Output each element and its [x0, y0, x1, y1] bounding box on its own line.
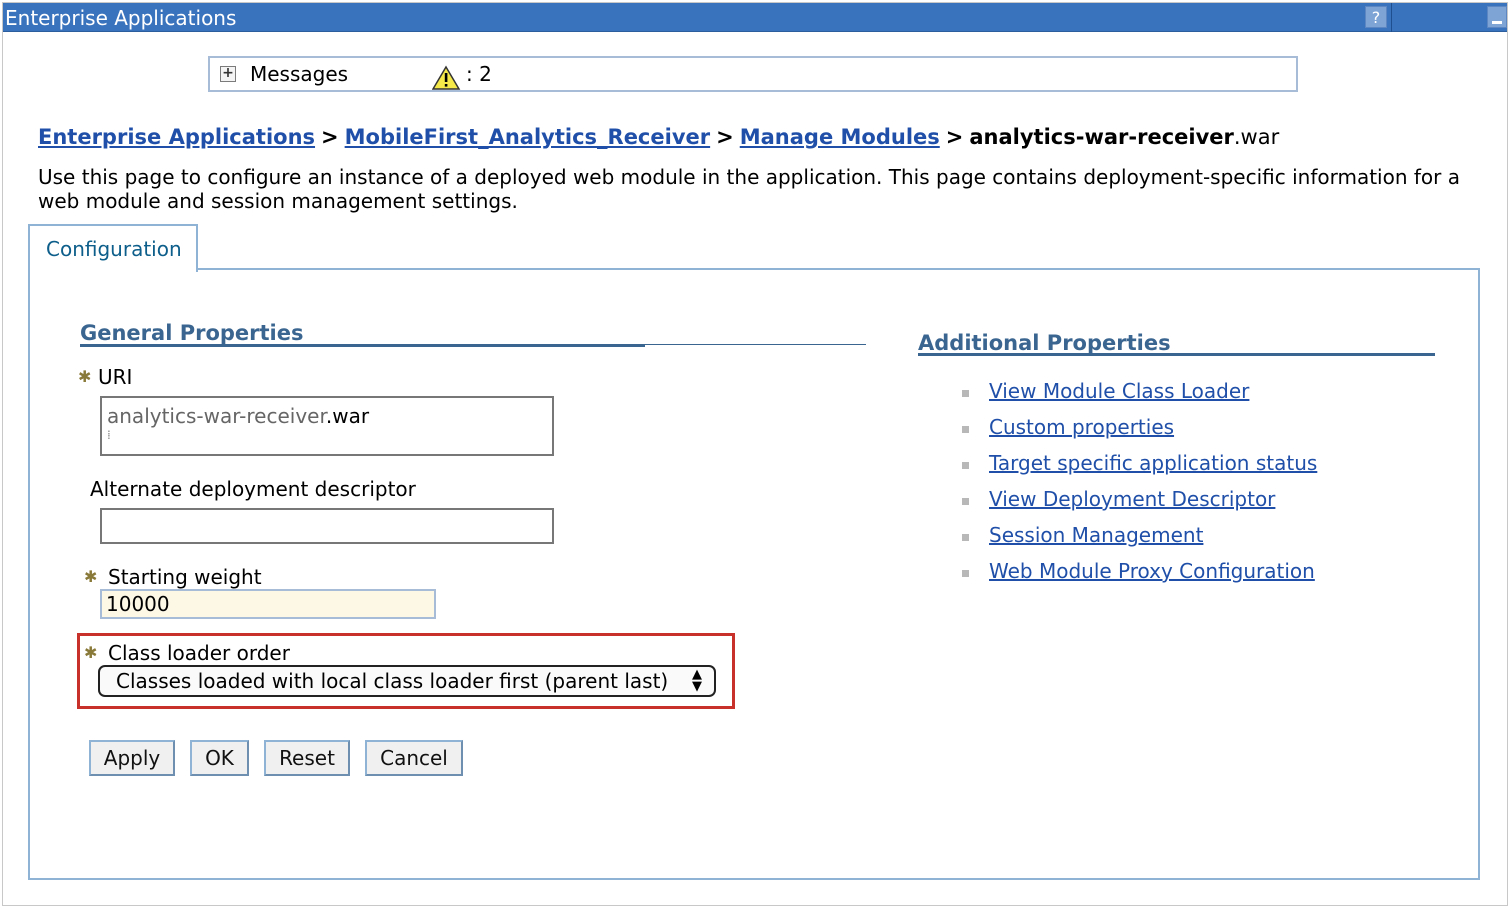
link-view-module-class-loader[interactable]: View Module Class Loader [989, 378, 1249, 404]
breadcrumb-mobilefirst-analytics-receiver[interactable]: MobileFirst_Analytics_Receiver [345, 125, 710, 149]
uri-value: analytics-war-receiver [107, 404, 326, 428]
breadcrumb-current: analytics-war-receiver.war [969, 125, 1279, 149]
breadcrumb-separator: > [321, 125, 339, 149]
apply-button[interactable]: Apply [89, 740, 175, 776]
breadcrumb-separator: > [716, 125, 734, 149]
uri-label: URI [98, 365, 133, 389]
class-loader-order-value: Classes loaded with local class loader f… [116, 669, 669, 693]
additional-heading-underline [918, 353, 1435, 356]
bullet-icon [962, 534, 969, 541]
breadcrumb-current-ext: .war [1233, 125, 1280, 149]
breadcrumb-separator: > [945, 125, 964, 149]
general-properties-heading: General Properties [80, 321, 304, 345]
starting-weight-input[interactable]: 10000 [100, 589, 436, 619]
class-loader-order-select[interactable]: Classes loaded with local class loader f… [98, 665, 716, 697]
bullet-icon [962, 390, 969, 397]
expand-icon[interactable]: + [220, 66, 236, 82]
link-session-management[interactable]: Session Management [989, 522, 1203, 548]
alternate-descriptor-label: Alternate deployment descriptor [90, 477, 416, 501]
breadcrumb-manage-modules[interactable]: Manage Modules [740, 125, 940, 149]
tab-configuration[interactable]: Configuration [28, 224, 198, 272]
alternate-descriptor-field[interactable] [100, 508, 554, 544]
bullet-icon [962, 462, 969, 469]
tab-configuration-label: Configuration [46, 237, 182, 261]
link-custom-properties[interactable]: Custom properties [989, 414, 1174, 440]
cancel-button[interactable]: Cancel [365, 740, 463, 776]
required-icon: ✱ [78, 367, 92, 386]
link-target-specific-status[interactable]: Target specific application status [989, 450, 1317, 476]
select-arrows-icon: ▲ ▼ [692, 667, 702, 694]
messages-count: : 2 [466, 62, 492, 86]
window-title: Enterprise Applications [5, 6, 237, 30]
uri-ext: .war [325, 404, 370, 428]
link-view-deployment-descriptor[interactable]: View Deployment Descriptor [989, 486, 1275, 512]
breadcrumb: Enterprise Applications > MobileFirst_Anal… [38, 124, 1279, 150]
ok-button[interactable]: OK [190, 740, 249, 776]
starting-weight-label: Starting weight [108, 565, 262, 589]
help-icon[interactable]: ? [1365, 6, 1387, 28]
bullet-icon [962, 570, 969, 577]
title-divider [1391, 3, 1392, 32]
scroll-indicator: ⁞ [107, 428, 111, 442]
messages-label: Messages [250, 62, 349, 86]
warning-icon [432, 65, 461, 90]
title-bar: Enterprise Applications ? [3, 3, 1507, 32]
general-heading-rule [645, 344, 866, 345]
breadcrumb-enterprise-applications[interactable]: Enterprise Applications [38, 125, 315, 149]
class-loader-order-label: Class loader order [108, 641, 290, 665]
uri-field[interactable]: analytics-war-receiver.war ⁞ [100, 396, 554, 456]
page-description: Use this page to configure an instance o… [38, 165, 1460, 213]
minimize-icon[interactable] [1487, 6, 1507, 28]
bullet-icon [962, 498, 969, 505]
general-heading-underline [80, 344, 645, 347]
breadcrumb-current-name: analytics-war-receiver [969, 125, 1234, 149]
bullet-icon [962, 426, 969, 433]
messages-panel: + Messages : 2 [208, 56, 1298, 92]
required-icon: ✱ [84, 643, 98, 662]
required-icon: ✱ [84, 567, 98, 586]
reset-button[interactable]: Reset [264, 740, 350, 776]
link-web-module-proxy-configuration[interactable]: Web Module Proxy Configuration [989, 558, 1315, 584]
